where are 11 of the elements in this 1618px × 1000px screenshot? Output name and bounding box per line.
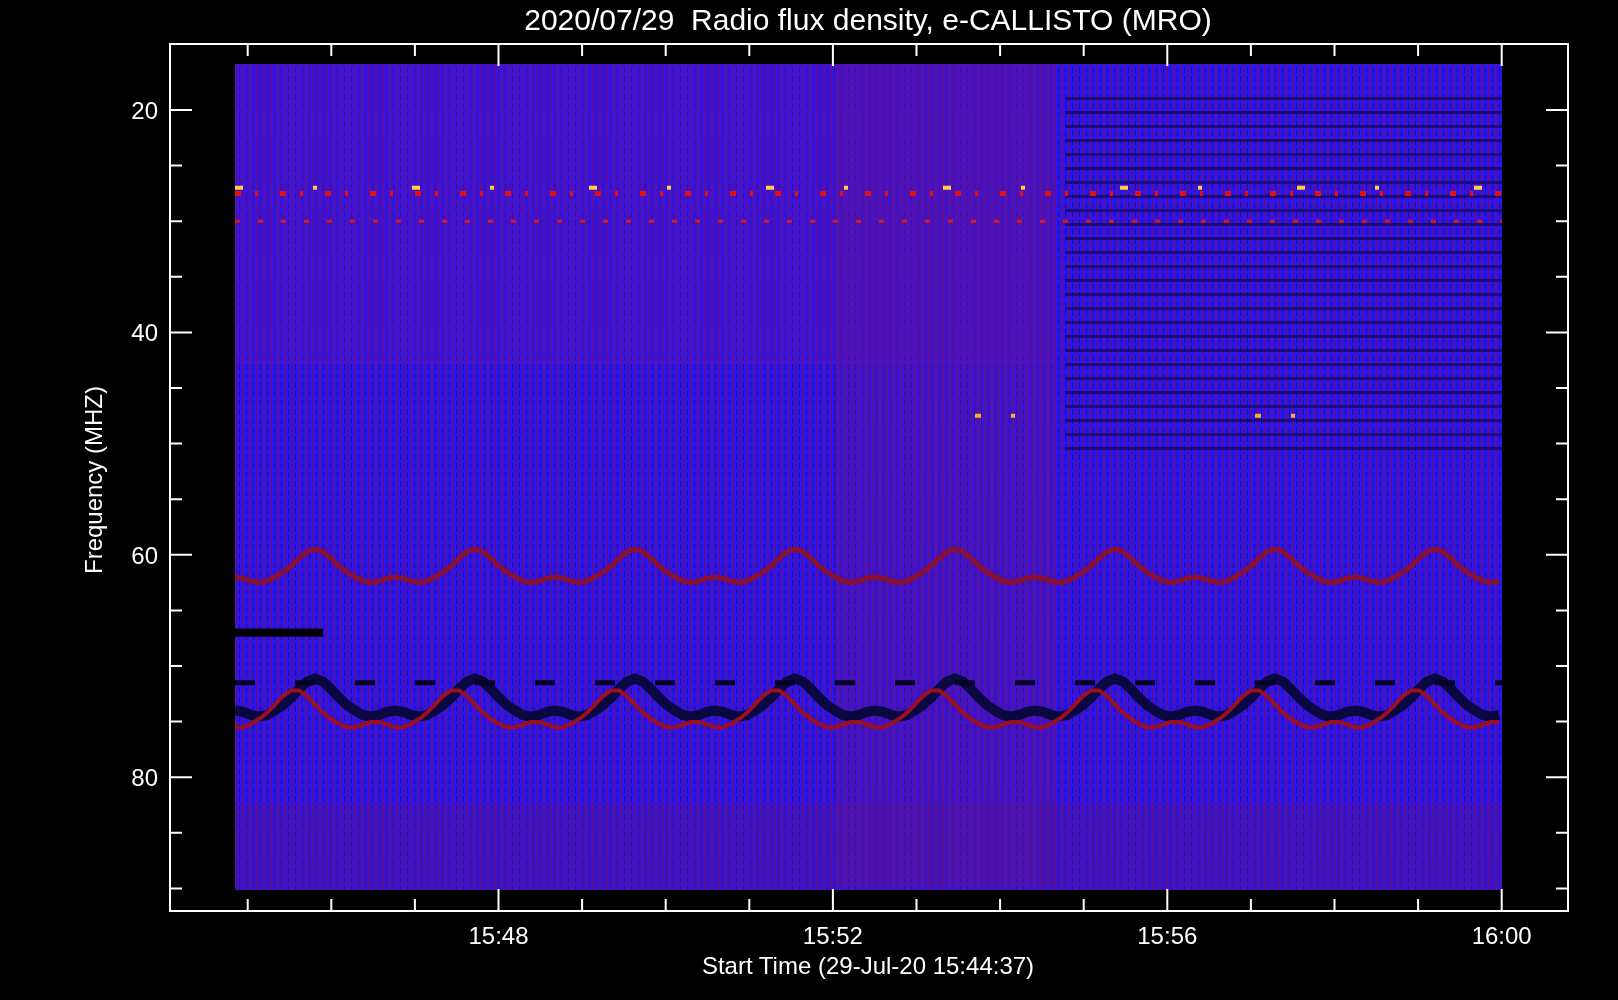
x-tick-label: 16:00	[1471, 922, 1532, 949]
y-axis-label: Frequency (MHZ)	[80, 386, 107, 574]
x-tick-label: 15:56	[1137, 922, 1198, 949]
y-tick-label: 40	[131, 319, 158, 347]
x-tick-label: 15:48	[468, 922, 529, 949]
x-tick-label: 15:52	[802, 922, 863, 949]
chart-title: 2020/07/29 Radio flux density, e-CALLISTO (MRO)	[524, 3, 1212, 36]
x-axis-label: Start Time (29-Jul-20 15:44:37)	[701, 952, 1035, 979]
y-tick-label: 20	[131, 97, 158, 124]
y-tick-label: 80	[131, 764, 158, 792]
y-tick-label: 60	[131, 541, 158, 569]
